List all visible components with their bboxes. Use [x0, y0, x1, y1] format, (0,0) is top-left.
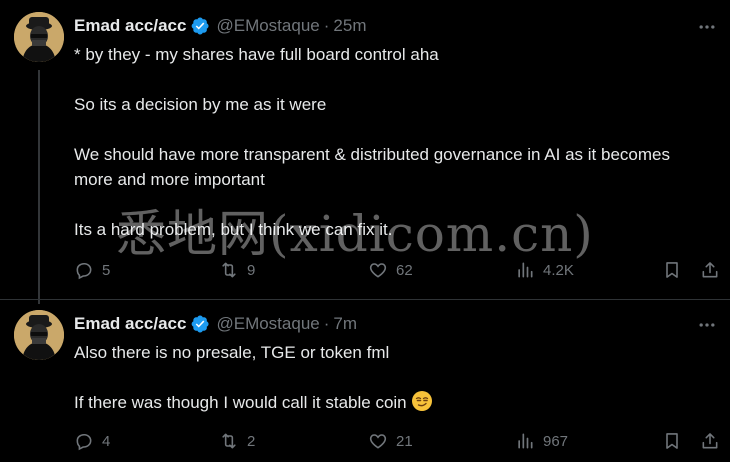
more-icon[interactable] — [696, 314, 718, 336]
views-icon — [518, 262, 533, 278]
views-count: 4.2K — [543, 261, 574, 279]
like-button[interactable]: 62 — [368, 259, 413, 281]
views-count: 967 — [543, 432, 569, 450]
share-icon — [702, 433, 718, 449]
repost-button[interactable]: 9 — [219, 259, 255, 281]
timestamp[interactable]: 25m — [333, 16, 366, 36]
tweet-header: Emad acc/acc @EMostaque · 25m — [74, 15, 366, 37]
repost-count: 2 — [247, 432, 256, 450]
repost-button[interactable]: 2 — [219, 430, 255, 452]
separator-dot: · — [323, 314, 330, 333]
like-icon — [369, 263, 387, 278]
reply-button[interactable]: 5 — [74, 259, 110, 281]
reply-count: 4 — [102, 432, 111, 450]
like-icon — [369, 434, 387, 449]
tweet-actions: 4 2 21 967 — [74, 430, 724, 452]
like-button[interactable]: 21 — [368, 430, 413, 452]
tweet-actions: 5 9 62 4.2K — [74, 259, 724, 281]
tweet-paragraph-text: If there was though I would call it stab… — [74, 393, 407, 412]
reply-count: 5 — [102, 261, 111, 279]
avatar[interactable] — [14, 310, 64, 360]
repost-icon — [222, 433, 236, 449]
reply-button[interactable]: 4 — [74, 430, 110, 452]
tweet-paragraph: We should have more transparent & distri… — [74, 145, 670, 189]
author-handle[interactable]: @EMostaque — [216, 16, 319, 36]
tweet-paragraph: * by they - my shares have full board co… — [74, 45, 439, 64]
share-button[interactable] — [700, 259, 720, 281]
reply-icon — [76, 262, 92, 280]
views-button[interactable]: 967 — [515, 430, 568, 452]
repost-count: 9 — [247, 261, 256, 279]
tweet-header: Emad acc/acc @EMostaque · 7m — [74, 313, 357, 335]
tweet-paragraph: Its a hard problem, but I think we can f… — [74, 220, 393, 239]
separator-dot: · — [323, 16, 330, 35]
tweet[interactable]: Emad acc/acc @EMostaque · 25m * by they … — [0, 0, 730, 304]
tweet-paragraph: Also there is no presale, TGE or token f… — [74, 343, 390, 362]
tweet-text: * by they - my shares have full board co… — [74, 42, 694, 242]
repost-icon — [222, 262, 236, 278]
share-icon — [702, 262, 718, 278]
author-name[interactable]: Emad acc/acc — [74, 314, 186, 334]
bookmark-button[interactable] — [662, 430, 682, 452]
more-icon[interactable] — [696, 16, 718, 38]
bookmark-icon — [666, 262, 678, 278]
bookmark-icon — [666, 433, 678, 449]
reply-icon — [76, 433, 92, 451]
author-name[interactable]: Emad acc/acc — [74, 16, 186, 36]
author-handle[interactable]: @EMostaque — [216, 314, 319, 334]
views-icon — [518, 433, 533, 449]
like-count: 21 — [396, 432, 413, 450]
like-count: 62 — [396, 261, 413, 279]
share-button[interactable] — [700, 430, 720, 452]
views-button[interactable]: 4.2K — [515, 259, 574, 281]
avatar[interactable] — [14, 12, 64, 62]
tweet-text: Also there is no presale, TGE or token f… — [74, 340, 694, 415]
verified-badge-icon[interactable] — [190, 16, 210, 36]
bookmark-button[interactable] — [662, 259, 682, 281]
tweet-paragraph: If there was though I would call it stab… — [74, 390, 694, 415]
thread-connector-line — [38, 70, 40, 304]
verified-badge-icon[interactable] — [190, 314, 210, 334]
smirk-emoji-icon — [411, 390, 433, 412]
timestamp[interactable]: 7m — [333, 314, 357, 334]
tweet[interactable]: Emad acc/acc @EMostaque · 7m Also there … — [0, 300, 730, 462]
tweet-paragraph: So its a decision by me as it were — [74, 95, 327, 114]
